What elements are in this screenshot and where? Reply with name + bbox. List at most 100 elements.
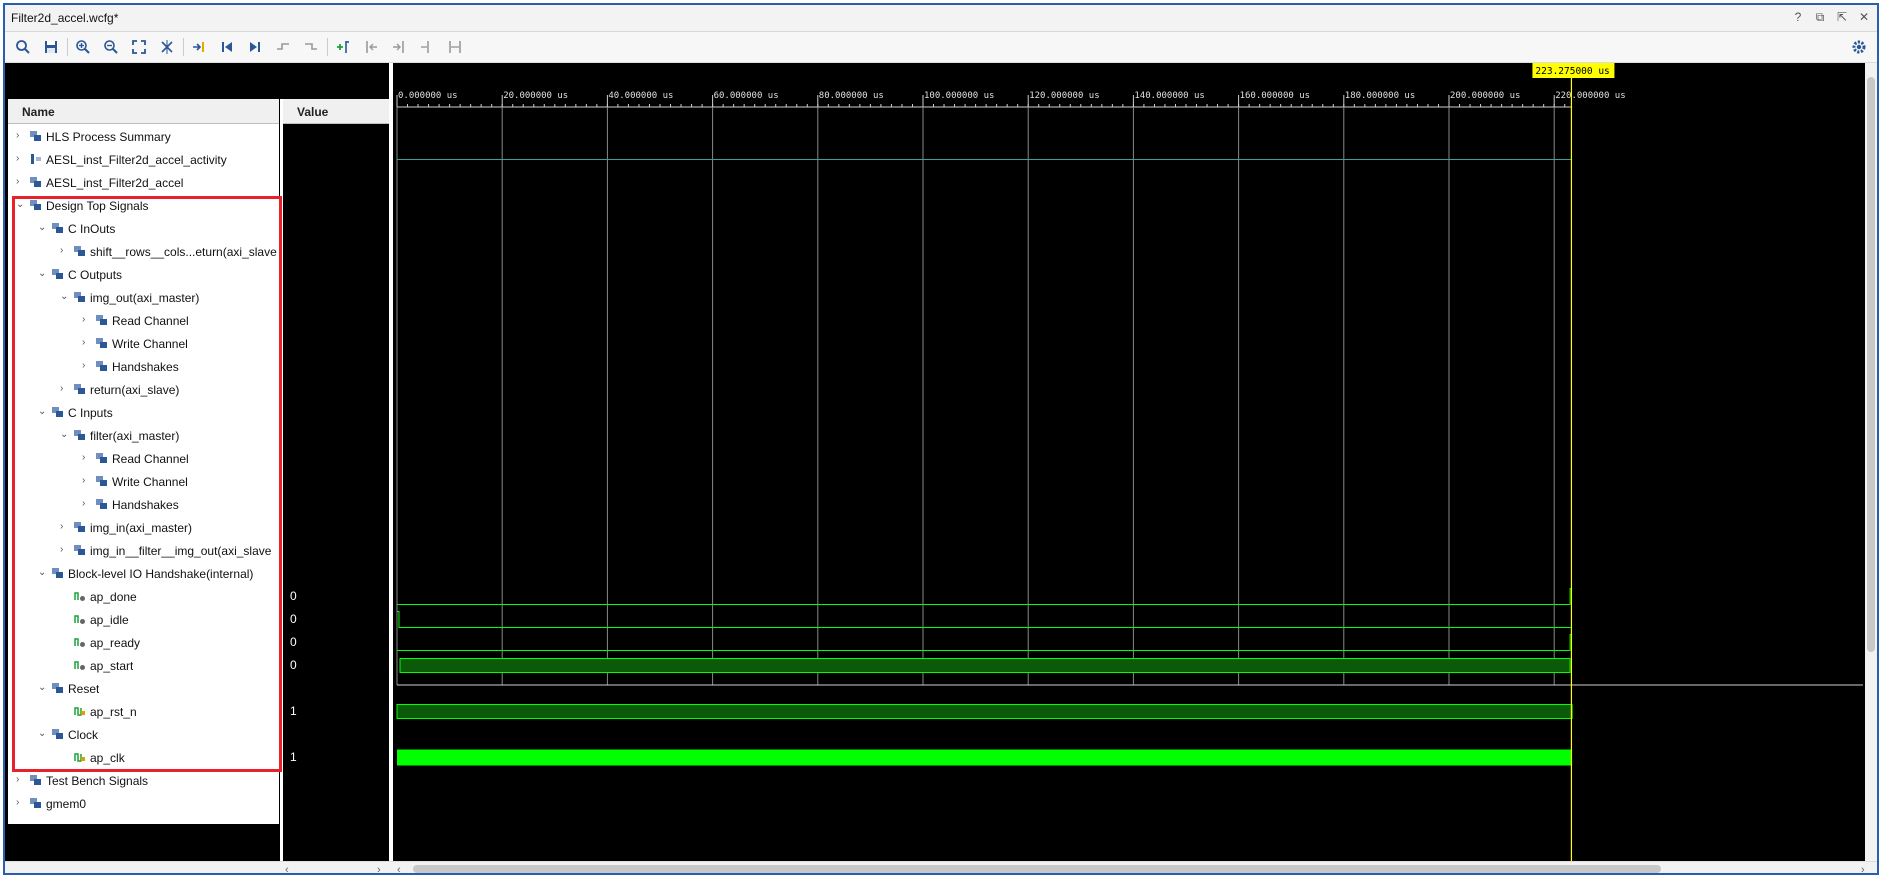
group-icon [74, 521, 86, 533]
signal-row[interactable]: ap_ready [8, 631, 279, 654]
signal-group-row[interactable]: › AESL_inst_Filter2d_accel [8, 171, 279, 194]
signal-group-row[interactable]: › Test Bench Signals [8, 769, 279, 792]
chevron-down-icon[interactable]: ⌄ [38, 223, 48, 233]
chevron-right-icon[interactable]: › [16, 775, 26, 785]
chevron-right-icon[interactable]: › [82, 338, 92, 348]
chevron-right-icon[interactable]: › [16, 177, 26, 187]
restore-icon[interactable]: ⧉ [1813, 9, 1827, 25]
signal-group-row[interactable]: ⌄ filter(axi_master) [8, 424, 279, 447]
previous-transition-icon[interactable] [271, 36, 295, 58]
signal-group-row[interactable]: › Write Channel [8, 470, 279, 493]
signal-group-row[interactable]: › gmem0 [8, 792, 279, 815]
ruler-tick-label: 180.000000 us [1345, 91, 1415, 101]
horizontal-scrollbar[interactable]: ‹ › ‹ › [5, 861, 1877, 873]
signal-group-row[interactable]: ⌄ C Outputs [8, 263, 279, 286]
signal-group-row[interactable]: › Handshakes [8, 355, 279, 378]
signal-row[interactable]: ap_rst_n [8, 700, 279, 723]
signal-row[interactable]: ap_idle [8, 608, 279, 631]
chevron-right-icon[interactable]: › [60, 384, 70, 394]
zoom-in-icon[interactable] [71, 36, 95, 58]
signal-label: return(axi_slave) [90, 383, 180, 397]
gear-icon[interactable] [1847, 36, 1871, 58]
signal-group-row[interactable]: › return(axi_slave) [8, 378, 279, 401]
signal-group-row[interactable]: › Write Channel [8, 332, 279, 355]
chevron-down-icon[interactable]: ⌄ [38, 683, 48, 693]
chevron-down-icon[interactable]: ⌄ [60, 292, 70, 302]
chevron-right-icon[interactable]: › [82, 499, 92, 509]
chevron-right-icon[interactable]: › [60, 246, 70, 256]
signal-row[interactable]: ap_done [8, 585, 279, 608]
chevron-right-icon[interactable]: › [16, 131, 26, 141]
chevron-right-icon[interactable]: › [16, 154, 26, 164]
signal-label: HLS Process Summary [46, 130, 171, 144]
chevron-down-icon[interactable]: ⌄ [60, 430, 70, 440]
chevron-right-icon[interactable]: › [82, 315, 92, 325]
signal-label: img_out(axi_master) [90, 291, 200, 305]
signal-row[interactable]: ap_start [8, 654, 279, 677]
chevron-right-icon[interactable]: › [60, 522, 70, 532]
name-header-label: Name [22, 105, 55, 119]
search-icon[interactable] [11, 36, 35, 58]
chevron-down-icon[interactable]: ⌄ [38, 729, 48, 739]
chevron-down-icon[interactable]: ⌄ [38, 269, 48, 279]
signal-group-row[interactable]: ⌄ C InOuts [8, 217, 279, 240]
go-to-cursor-icon[interactable] [187, 36, 211, 58]
wave-scroll-left-icon[interactable]: ‹ [397, 864, 401, 873]
wave-scroll-right-icon[interactable]: › [1861, 864, 1865, 873]
signal-group-row[interactable]: ⌄ Block-level IO Handshake(internal) [8, 562, 279, 585]
signal-group-row[interactable]: ⌄ Clock [8, 723, 279, 746]
signal-group-row[interactable]: › Handshakes [8, 493, 279, 516]
signal-group-row[interactable]: › shift__rows__cols...eturn(axi_slave [8, 240, 279, 263]
chevron-down-icon[interactable]: ⌄ [38, 568, 48, 578]
float-icon[interactable]: ⇱ [1835, 9, 1849, 25]
signal-row[interactable]: ap_clk [8, 746, 279, 769]
signal-group-row[interactable]: › Read Channel [8, 447, 279, 470]
group-icon [96, 360, 108, 372]
help-icon[interactable]: ? [1791, 9, 1805, 25]
group-icon [30, 774, 42, 786]
signal-label: C InOuts [68, 222, 116, 236]
chevron-right-icon[interactable]: › [82, 453, 92, 463]
swap-icon[interactable] [155, 36, 179, 58]
next-marker-icon[interactable] [387, 36, 411, 58]
add-marker-icon[interactable] [331, 36, 355, 58]
name-column-header[interactable]: Name [8, 99, 279, 124]
waveform-canvas[interactable]: 0.000000 us 20.000000 us 40.000000 us 60.00… [393, 63, 1869, 861]
signal-group-row[interactable]: › img_in(axi_master) [8, 516, 279, 539]
scroll-right-icon[interactable]: › [377, 864, 381, 873]
value-column-header[interactable]: Value [283, 99, 389, 124]
zoom-out-icon[interactable] [99, 36, 123, 58]
zoom-fit-icon[interactable] [127, 36, 151, 58]
scroll-left-icon[interactable]: ‹ [285, 864, 289, 873]
vertical-scroll-thumb[interactable] [1867, 77, 1875, 652]
go-to-start-icon[interactable] [215, 36, 239, 58]
save-icon[interactable] [39, 36, 63, 58]
signal-group-row[interactable]: ⌄ Reset [8, 677, 279, 700]
horizontal-scroll-thumb[interactable] [413, 865, 1661, 873]
signal-group-row[interactable]: ⌄ img_out(axi_master) [8, 286, 279, 309]
signal-label: ap_start [90, 659, 134, 673]
chevron-right-icon[interactable]: › [60, 545, 70, 555]
chevron-down-icon[interactable]: ⌄ [38, 407, 48, 417]
signal-group-row[interactable]: ⌄ C Inputs [8, 401, 279, 424]
swap-cursors-icon[interactable] [415, 36, 439, 58]
ap-rst-n-waveform [396, 704, 1573, 719]
signal-group-row[interactable]: › AESL_inst_Filter2d_accel_activity [8, 148, 279, 171]
close-icon[interactable]: ✕ [1857, 9, 1871, 25]
go-to-end-icon[interactable] [243, 36, 267, 58]
signal-label: Handshakes [112, 498, 179, 512]
signal-group-row[interactable]: › HLS Process Summary [8, 125, 279, 148]
chevron-down-icon[interactable]: ⌄ [16, 200, 26, 210]
activity-icon [30, 153, 42, 165]
vertical-scrollbar[interactable] [1865, 63, 1877, 861]
signal-group-row[interactable]: › img_in__filter__img_out(axi_slave [8, 539, 279, 562]
chevron-right-icon[interactable]: › [82, 361, 92, 371]
chevron-right-icon[interactable]: › [16, 798, 26, 808]
snap-icon[interactable] [443, 36, 467, 58]
signal-group-row[interactable]: ⌄ Design Top Signals [8, 194, 279, 217]
previous-marker-icon[interactable] [359, 36, 383, 58]
next-transition-icon[interactable] [299, 36, 323, 58]
chevron-right-icon[interactable]: › [82, 476, 92, 486]
signal-group-row[interactable]: › Read Channel [8, 309, 279, 332]
waveform-area[interactable]: 0.000000 us 20.000000 us 40.000000 us 60.00… [393, 63, 1869, 861]
